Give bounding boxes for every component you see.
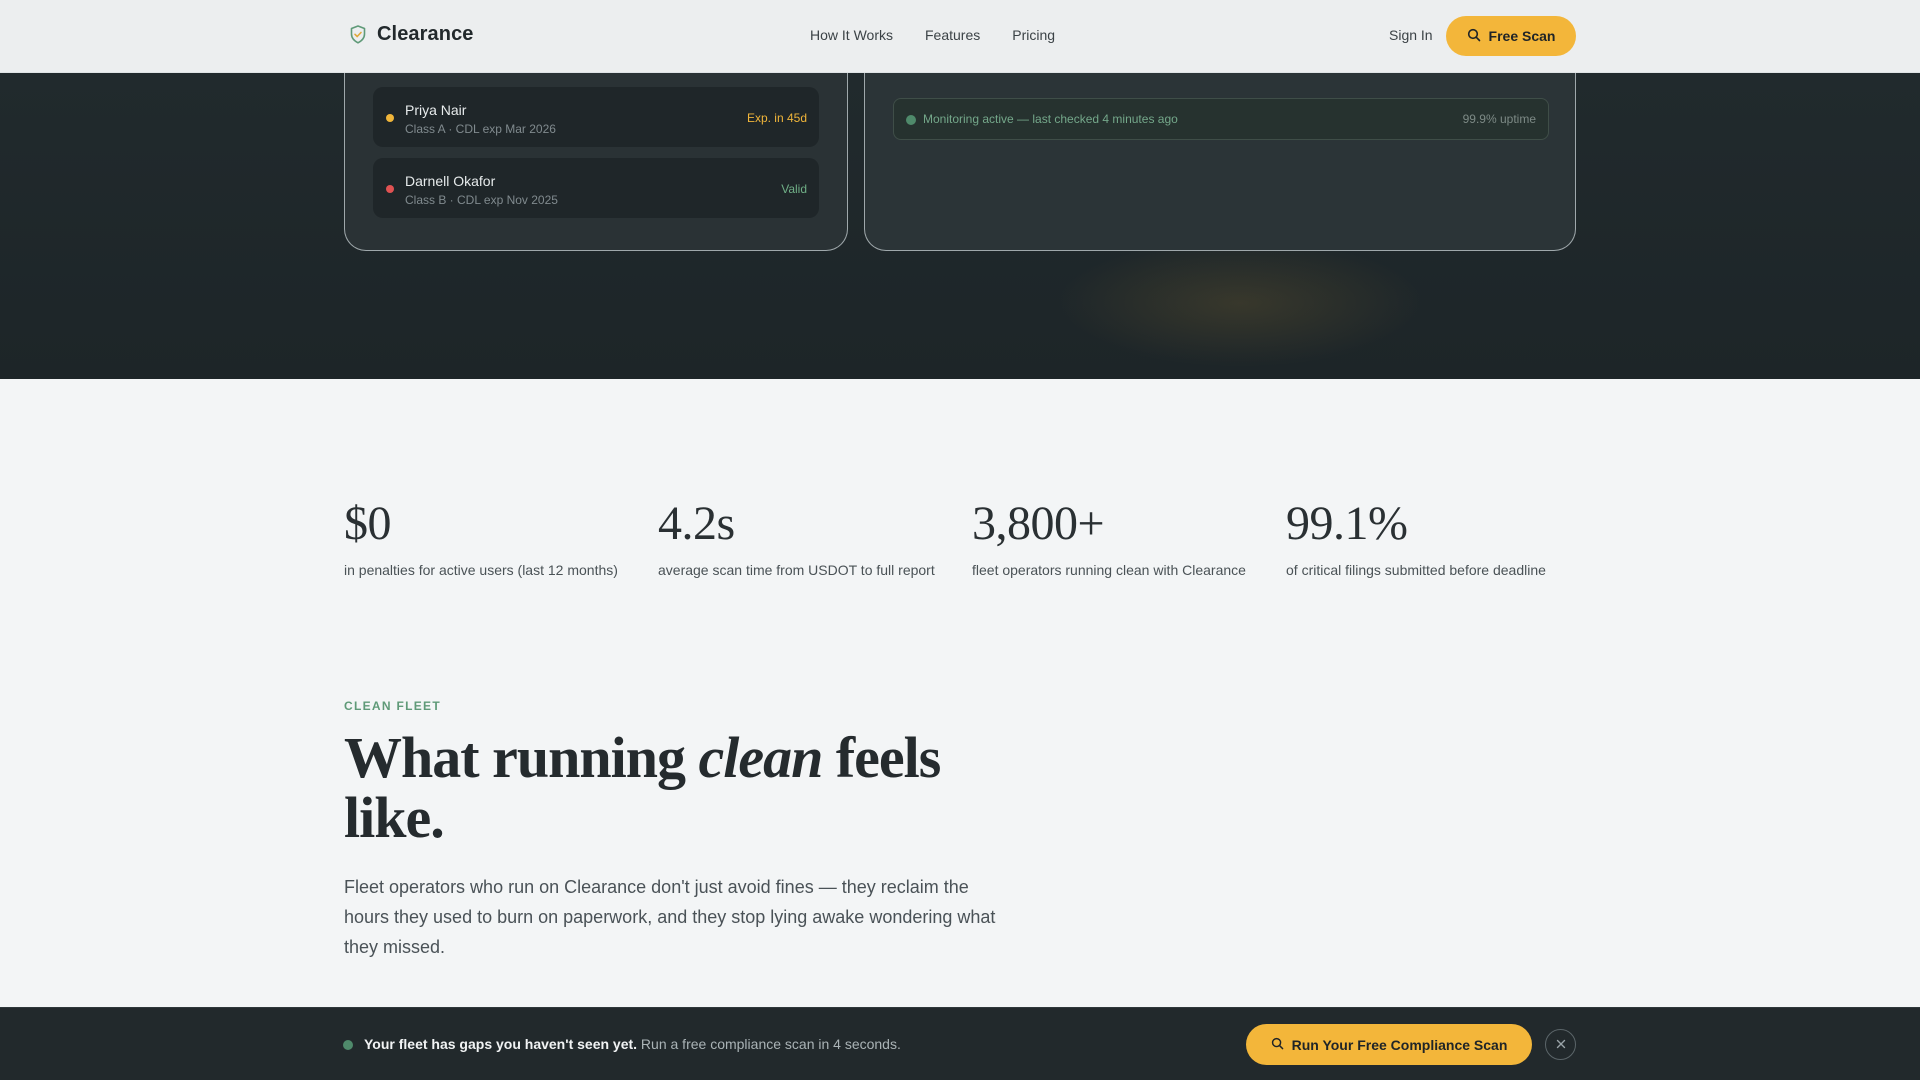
driver-name: Darnell Okafor: [405, 173, 496, 189]
search-icon: [1467, 28, 1481, 45]
brand-name: Clearance: [377, 23, 474, 45]
run-scan-label: Run Your Free Compliance Scan: [1291, 1036, 1508, 1053]
status-dot-icon: [906, 115, 916, 125]
sticky-cta-bar: Your fleet has gaps you haven't seen yet…: [0, 1007, 1920, 1080]
section-lead: Fleet operators who run on Clearance don…: [344, 877, 996, 957]
uptime-value: 99.9% uptime: [1462, 112, 1536, 126]
headline-emphasis: clean: [698, 725, 823, 790]
sign-in-link[interactable]: Sign In: [1389, 27, 1433, 43]
main-nav: How It Works Features Pricing: [810, 27, 1055, 43]
monitoring-panel: Monitoring active — last checked 4 minut…: [864, 73, 1576, 251]
stat-label: fleet operators running clean with Clear…: [972, 562, 1246, 578]
status-dot-icon: [386, 114, 394, 122]
stat-item: 4.2s average scan time from USDOT to ful…: [658, 497, 958, 579]
stat-value: $0: [344, 497, 392, 550]
stat-item: 3,800+ fleet operators running clean wit…: [972, 497, 1272, 579]
driver-meta: Class A · CDL exp Mar 2026: [405, 122, 556, 136]
run-compliance-scan-button[interactable]: Run Your Free Compliance Scan: [1246, 1024, 1532, 1065]
close-icon: [1556, 1036, 1566, 1054]
stat-value: 3,800+: [972, 497, 1105, 550]
stat-label: of critical filings submitted before dea…: [1286, 562, 1546, 578]
section-headline: What running clean feels like.: [344, 728, 1044, 848]
monitoring-status: Monitoring active — last checked 4 minut…: [893, 98, 1549, 140]
summary-cards: [893, 73, 1549, 77]
shield-check-icon: [349, 24, 367, 46]
nav-features[interactable]: Features: [925, 27, 980, 43]
cta-bar-text: Run a free compliance scan in 4 seconds.: [637, 1036, 901, 1052]
free-scan-label: Free Scan: [1488, 28, 1556, 44]
stat-item: $0 in penalties for active users (last 1…: [344, 497, 644, 579]
hero-section: Priya Nair Class A · CDL exp Mar 2026 Ex…: [0, 73, 1920, 379]
stat-label: average scan time from USDOT to full rep…: [658, 562, 935, 578]
stat-value: 99.1%: [1286, 497, 1408, 550]
cta-bar-bold: Your fleet has gaps you haven't seen yet…: [364, 1036, 638, 1052]
driver-name: Priya Nair: [405, 102, 467, 118]
driver-meta: Class B · CDL exp Nov 2025: [405, 193, 558, 207]
stat-value: 4.2s: [658, 497, 735, 550]
status-dot-icon: [343, 1040, 353, 1050]
cta-bar-message: Your fleet has gaps you haven't seen yet…: [364, 1036, 901, 1052]
section-eyebrow: CLEAN FLEET: [344, 699, 441, 713]
nav-pricing[interactable]: Pricing: [1012, 27, 1055, 43]
status-dot-icon: [386, 185, 394, 193]
driver-roster-panel: Priya Nair Class A · CDL exp Mar 2026 Ex…: [344, 73, 848, 251]
close-button[interactable]: [1545, 1029, 1576, 1060]
brand-logo[interactable]: Clearance: [349, 23, 474, 46]
driver-row[interactable]: Darnell Okafor Class B · CDL exp Nov 202…: [373, 158, 819, 218]
driver-row[interactable]: Priya Nair Class A · CDL exp Mar 2026 Ex…: [373, 87, 819, 147]
monitoring-text: Monitoring active — last checked 4 minut…: [923, 112, 1178, 126]
top-navbar: Clearance How It Works Features Pricing …: [0, 0, 1920, 73]
driver-status: Valid: [781, 182, 807, 196]
headline-part: What running: [344, 725, 699, 790]
nav-how-it-works[interactable]: How It Works: [810, 27, 893, 43]
stat-label: in penalties for active users (last 12 m…: [344, 562, 618, 578]
driver-status: Exp. in 45d: [746, 111, 807, 125]
free-scan-button[interactable]: Free Scan: [1446, 16, 1576, 56]
stat-item: 99.1% of critical filings submitted befo…: [1286, 497, 1586, 579]
search-icon: [1271, 1037, 1284, 1053]
